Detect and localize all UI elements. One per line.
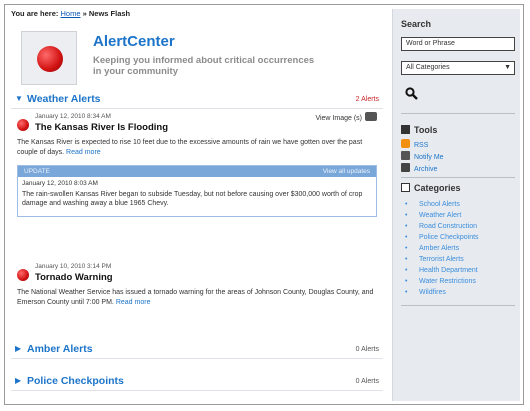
section-weather-alerts[interactable]: ▼ Weather Alerts 2 Alerts [11,91,383,109]
expanded-arrow-icon: ▼ [15,94,23,103]
red-alert-bullet-icon [17,119,29,131]
section-title: Police Checkpoints [27,375,124,387]
red-alert-light-icon [37,46,63,72]
section-count: 0 Alerts [355,346,379,353]
camera-icon [365,112,377,121]
breadcrumb-separator: » [82,9,87,18]
category-link[interactable]: • Weather Alert [405,210,479,221]
archive-icon [401,163,410,172]
collapsed-arrow-icon: ▶ [15,344,22,353]
archive-link[interactable]: Archive [401,163,437,173]
category-link[interactable]: • Terrorist Alerts [405,254,479,265]
alert-item: January 12, 2010 8:34 AM View Image (s) … [11,109,383,259]
alertcenter-header: AlertCenter Keeping you informed about c… [11,19,383,91]
divider [401,113,515,114]
breadcrumb: You are here: Home » News Flash [11,9,383,19]
category-link[interactable]: • Road Construction [405,221,479,232]
categories-title: Categories [401,183,461,193]
sidebar: Search Word or Phrase All Categories ▼ T… [392,9,520,401]
tools-title: Tools [401,125,437,135]
update-date: January 12, 2010 8:03 AM [22,180,98,187]
collapsed-arrow-icon: ▶ [15,376,22,385]
category-select-value: All Categories [406,64,450,71]
alert-body-text: The National Weather Service has issued … [17,289,374,306]
rss-icon [401,139,410,148]
alert-item: January 10, 2010 3:14 PM Tornado Warning… [11,259,383,329]
category-link[interactable]: • Police Checkpoints [405,232,479,243]
category-list: • School Alerts • Weather Alert • Road Cons… [405,199,479,298]
app-tagline: Keeping you informed about critical occu… [93,55,315,77]
category-select[interactable]: All Categories ▼ [401,61,515,75]
app-title: AlertCenter [93,33,175,50]
rss-label: RSS [414,142,429,149]
alert-update-box: UPDATE View all updates January 12, 2010… [17,165,377,217]
update-bar: UPDATE View all updates [18,166,376,177]
rss-link[interactable]: RSS [401,139,428,149]
category-link[interactable]: • Water Restrictions [405,276,479,287]
tools-title-text: Tools [414,125,438,135]
red-alert-bullet-icon [17,269,29,281]
section-amber-alerts[interactable]: ▶ Amber Alerts 0 Alerts [11,341,383,359]
section-count: 0 Alerts [355,378,379,385]
breadcrumb-prefix: You are here: [11,9,59,18]
category-link[interactable]: • School Alerts [405,199,479,210]
dropdown-arrow-icon: ▼ [504,64,511,71]
view-all-updates-link[interactable]: View all updates [323,166,370,177]
categories-icon [401,183,410,192]
read-more-link[interactable]: Read more [116,299,151,306]
category-link[interactable]: • Health Department [405,265,479,276]
notify-me-link[interactable]: Notify Me [401,151,444,161]
categories-title-text: Categories [414,183,461,193]
notify-label: Notify Me [414,154,444,161]
update-label: UPDATE [24,168,50,175]
search-title: Search [401,19,432,29]
view-image-label: View Image (s) [315,115,362,122]
divider [401,177,515,178]
notify-icon [401,151,410,160]
alertcenter-logo [21,31,77,85]
divider [401,305,515,306]
alert-date: January 12, 2010 8:34 AM [35,113,111,120]
archive-label: Archive [414,166,438,173]
alert-headline[interactable]: The Kansas River Is Flooding [35,122,168,133]
view-image-link[interactable]: View Image (s) [315,112,377,122]
read-more-link[interactable]: Read more [66,149,101,156]
category-link[interactable]: • Amber Alerts [405,243,479,254]
alert-body: The National Weather Service has issued … [17,288,377,308]
magnifier-icon [405,87,418,100]
breadcrumb-home-link[interactable]: Home [60,9,80,18]
section-count: 2 Alerts [355,96,379,103]
alert-body: The Kansas River is expected to rise 10 … [17,138,377,158]
search-input[interactable]: Word or Phrase [401,37,515,51]
category-link[interactable]: • Wildfires [405,287,479,298]
section-title: Weather Alerts [27,93,101,105]
update-text: The rain-swollen Kansas River began to s… [22,191,363,207]
breadcrumb-current: News Flash [88,9,131,18]
alert-headline[interactable]: Tornado Warning [35,272,113,283]
section-title: Amber Alerts [27,343,93,355]
tools-icon [401,125,410,134]
alert-date: January 10, 2010 3:14 PM [35,263,112,270]
page-frame: You are here: Home » News Flash AlertCen… [4,4,524,405]
section-police-checkpoints[interactable]: ▶ Police Checkpoints 0 Alerts [11,373,383,391]
search-button[interactable] [405,87,418,103]
main-content: You are here: Home » News Flash AlertCen… [11,9,383,401]
